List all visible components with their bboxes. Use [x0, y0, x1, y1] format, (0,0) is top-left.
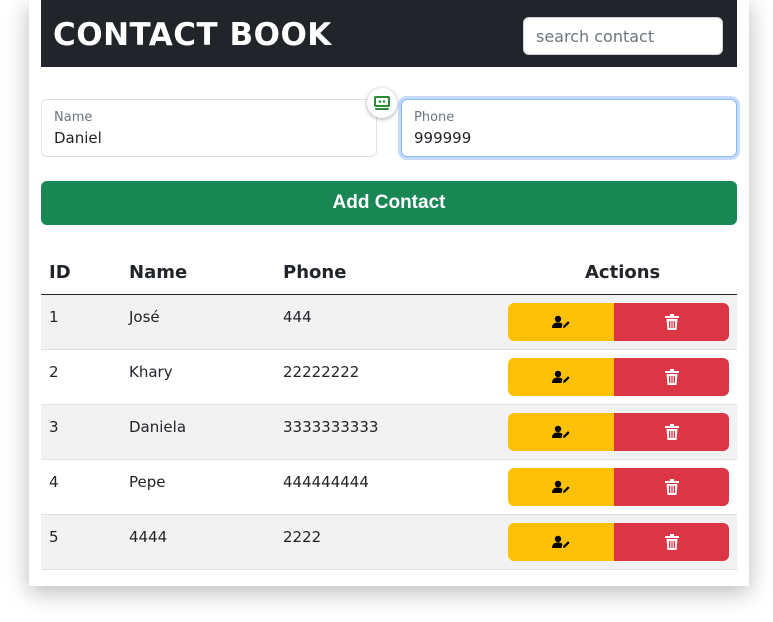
table-row: 3 Daniela 3333333333: [41, 405, 737, 460]
trash-icon: [664, 534, 679, 550]
add-contact-button[interactable]: Add Contact: [41, 181, 737, 225]
trash-icon: [664, 369, 679, 385]
cell-name: Pepe: [129, 473, 166, 491]
header-name: Name: [129, 262, 188, 283]
delete-button[interactable]: [614, 468, 729, 506]
phone-label: Phone: [414, 110, 455, 125]
table-row: 4 Pepe 444444444: [41, 460, 737, 515]
edit-button[interactable]: [508, 303, 614, 341]
cell-phone: 22222222: [283, 363, 360, 381]
name-value[interactable]: Daniel: [54, 129, 102, 147]
delete-button[interactable]: [614, 413, 729, 451]
cell-phone: 444: [283, 308, 312, 326]
search-input[interactable]: [523, 17, 723, 55]
header-id: ID: [49, 262, 71, 283]
cell-phone: 2222: [283, 528, 322, 546]
cell-id: 2: [49, 363, 59, 381]
password-manager-icon[interactable]: [367, 88, 397, 118]
contacts-table: ID Name Phone Actions 1 José 444 2 Khary…: [41, 252, 737, 570]
name-field[interactable]: Name Daniel: [41, 99, 377, 157]
user-edit-icon: [552, 425, 570, 438]
edit-button[interactable]: [508, 523, 614, 561]
user-edit-icon: [552, 370, 570, 383]
cell-id: 5: [49, 528, 59, 546]
cell-phone: 444444444: [283, 473, 369, 491]
navbar: CONTACT BOOK: [41, 8, 737, 67]
edit-button[interactable]: [508, 358, 614, 396]
table-row: 5 4444 2222: [41, 515, 737, 570]
trash-icon: [664, 424, 679, 440]
table-row: 1 José 444: [41, 295, 737, 350]
cell-id: 1: [49, 308, 59, 326]
table-header: ID Name Phone Actions: [41, 252, 737, 295]
cell-phone: 3333333333: [283, 418, 379, 436]
cell-id: 4: [49, 473, 59, 491]
edit-button[interactable]: [508, 468, 614, 506]
trash-icon: [664, 314, 679, 330]
delete-button[interactable]: [614, 303, 729, 341]
user-edit-icon: [552, 535, 570, 548]
cell-name: Daniela: [129, 418, 187, 436]
page-title: CONTACT BOOK: [53, 17, 332, 53]
cell-name: 4444: [129, 528, 168, 546]
contact-book-card: CONTACT BOOK Name Daniel Phone 999999 Ad…: [29, 0, 749, 586]
cell-name: José: [129, 308, 160, 326]
delete-button[interactable]: [614, 523, 729, 561]
name-label: Name: [54, 110, 93, 125]
header-phone: Phone: [283, 262, 347, 283]
cell-name: Khary: [129, 363, 173, 381]
user-edit-icon: [552, 315, 570, 328]
cell-id: 3: [49, 418, 59, 436]
table-row: 2 Khary 22222222: [41, 350, 737, 405]
delete-button[interactable]: [614, 358, 729, 396]
phone-value[interactable]: 999999: [414, 129, 471, 147]
trash-icon: [664, 479, 679, 495]
edit-button[interactable]: [508, 413, 614, 451]
phone-field[interactable]: Phone 999999: [401, 99, 737, 157]
user-edit-icon: [552, 480, 570, 493]
header-actions: Actions: [585, 262, 661, 283]
